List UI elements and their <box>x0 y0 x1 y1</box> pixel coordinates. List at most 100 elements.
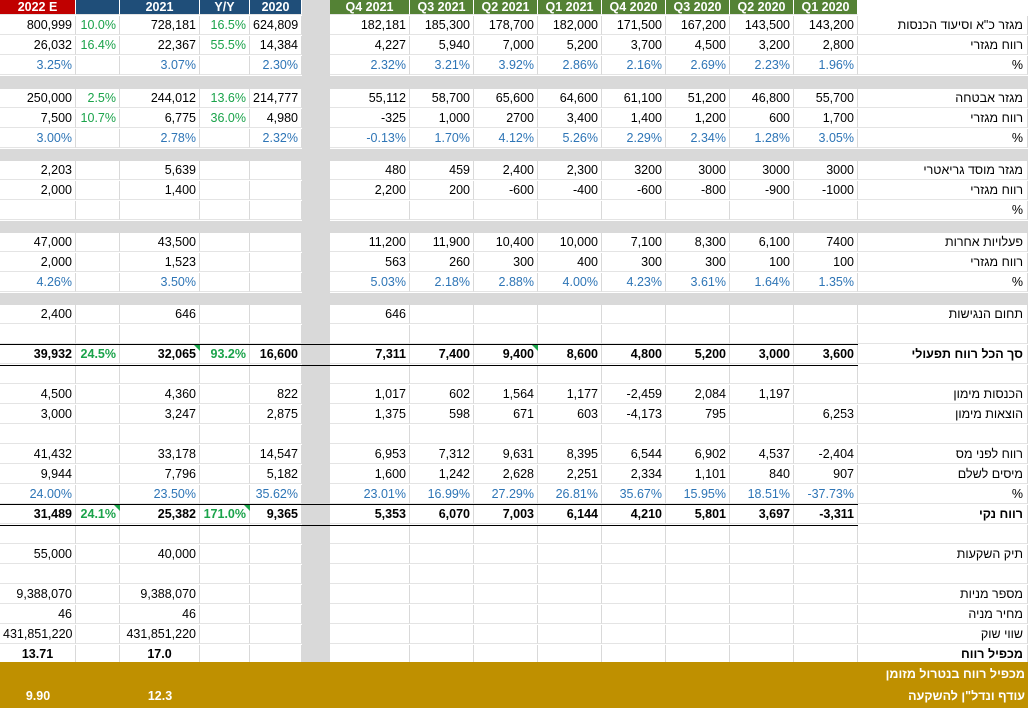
data-cell[interactable]: 27.29% <box>474 485 538 504</box>
data-cell[interactable]: 178,700 <box>474 16 538 35</box>
data-cell[interactable] <box>200 445 250 464</box>
data-cell[interactable] <box>794 425 858 444</box>
data-cell[interactable] <box>538 305 602 324</box>
data-cell[interactable]: 2.88% <box>474 273 538 292</box>
data-cell[interactable] <box>794 605 858 624</box>
data-cell[interactable] <box>730 325 794 344</box>
data-cell[interactable]: 4.00% <box>538 273 602 292</box>
data-cell[interactable] <box>666 425 730 444</box>
data-cell[interactable]: 40,000 <box>120 545 200 564</box>
data-cell[interactable] <box>250 233 302 252</box>
data-cell[interactable]: 5,353 <box>330 505 410 524</box>
data-cell[interactable] <box>538 565 602 584</box>
data-cell[interactable] <box>538 625 602 644</box>
data-cell[interactable]: 26.81% <box>538 485 602 504</box>
data-cell[interactable]: 8,395 <box>538 445 602 464</box>
data-cell[interactable]: 602 <box>410 385 474 404</box>
data-cell[interactable]: 1,000 <box>410 109 474 128</box>
data-cell[interactable] <box>666 625 730 644</box>
data-cell[interactable]: 58,700 <box>410 89 474 108</box>
data-cell[interactable] <box>250 305 302 324</box>
data-cell[interactable] <box>730 201 794 220</box>
data-cell[interactable]: 2,000 <box>0 253 76 272</box>
data-cell[interactable]: 39,932 <box>0 345 76 364</box>
quarter-header-cell[interactable]: Q3 2020 <box>666 0 730 15</box>
data-cell[interactable] <box>474 605 538 624</box>
data-cell[interactable] <box>76 625 120 644</box>
data-cell[interactable] <box>250 253 302 272</box>
data-cell[interactable]: 93.2% <box>200 345 250 364</box>
data-cell[interactable]: 3.00% <box>0 129 76 148</box>
data-cell[interactable]: 3200 <box>602 161 666 180</box>
data-cell[interactable] <box>666 545 730 564</box>
data-cell[interactable]: 2.78% <box>120 129 200 148</box>
data-cell[interactable]: 2.32% <box>250 129 302 148</box>
data-cell[interactable]: 2.18% <box>410 273 474 292</box>
data-cell[interactable]: 244,012 <box>120 89 200 108</box>
data-cell[interactable]: 10.0% <box>76 16 120 35</box>
data-cell[interactable] <box>410 525 474 544</box>
data-cell[interactable]: 1,600 <box>330 465 410 484</box>
data-cell[interactable] <box>76 405 120 424</box>
data-cell[interactable] <box>76 485 120 504</box>
data-cell[interactable]: 1,375 <box>330 405 410 424</box>
data-cell[interactable] <box>538 325 602 344</box>
data-cell[interactable]: 55,000 <box>0 545 76 564</box>
data-cell[interactable] <box>330 585 410 604</box>
data-cell[interactable] <box>200 233 250 252</box>
data-cell[interactable] <box>410 305 474 324</box>
data-cell[interactable] <box>330 545 410 564</box>
data-cell[interactable]: 4,500 <box>0 385 76 404</box>
data-cell[interactable]: -2,459 <box>602 385 666 404</box>
data-cell[interactable]: 6,544 <box>602 445 666 464</box>
data-cell[interactable]: 3,200 <box>730 36 794 55</box>
data-cell[interactable]: 646 <box>120 305 200 324</box>
data-cell[interactable]: 4,537 <box>730 445 794 464</box>
data-cell[interactable]: 14,547 <box>250 445 302 464</box>
data-cell[interactable] <box>666 565 730 584</box>
data-cell[interactable] <box>330 365 410 384</box>
data-cell[interactable]: 46,800 <box>730 89 794 108</box>
data-cell[interactable] <box>666 201 730 220</box>
data-cell[interactable]: 6,144 <box>538 505 602 524</box>
data-cell[interactable] <box>602 305 666 324</box>
data-cell[interactable]: 3,400 <box>538 109 602 128</box>
data-cell[interactable] <box>602 625 666 644</box>
data-cell[interactable] <box>410 325 474 344</box>
data-cell[interactable] <box>200 305 250 324</box>
data-cell[interactable] <box>474 585 538 604</box>
data-cell[interactable]: 1,197 <box>730 385 794 404</box>
data-cell[interactable] <box>76 161 120 180</box>
data-cell[interactable] <box>76 181 120 200</box>
data-cell[interactable]: 33,178 <box>120 445 200 464</box>
data-cell[interactable]: 36.0% <box>200 109 250 128</box>
data-cell[interactable]: 250,000 <box>0 89 76 108</box>
data-cell[interactable]: 4,360 <box>120 385 200 404</box>
data-cell[interactable]: 5,200 <box>666 345 730 364</box>
data-cell[interactable]: 2,875 <box>250 405 302 424</box>
data-cell[interactable]: -325 <box>330 109 410 128</box>
data-cell[interactable]: 6,953 <box>330 445 410 464</box>
data-cell[interactable] <box>602 325 666 344</box>
data-cell[interactable] <box>76 605 120 624</box>
data-cell[interactable]: -3,311 <box>794 505 858 524</box>
data-cell[interactable] <box>794 325 858 344</box>
data-cell[interactable]: 2700 <box>474 109 538 128</box>
data-cell[interactable]: -600 <box>602 181 666 200</box>
data-cell[interactable]: 2.5% <box>76 89 120 108</box>
data-cell[interactable]: 598 <box>410 405 474 424</box>
data-cell[interactable]: 795 <box>666 405 730 424</box>
data-cell[interactable]: -400 <box>538 181 602 200</box>
data-cell[interactable]: 646 <box>330 305 410 324</box>
data-cell[interactable]: 6,902 <box>666 445 730 464</box>
data-cell[interactable] <box>0 425 76 444</box>
data-cell[interactable]: 1,017 <box>330 385 410 404</box>
footer-value-2022[interactable]: 9.90 <box>0 686 76 706</box>
data-cell[interactable] <box>474 525 538 544</box>
data-cell[interactable]: 5,940 <box>410 36 474 55</box>
data-cell[interactable]: 1,564 <box>474 385 538 404</box>
data-cell[interactable] <box>76 365 120 384</box>
data-cell[interactable] <box>250 625 302 644</box>
data-cell[interactable] <box>250 181 302 200</box>
data-cell[interactable] <box>410 625 474 644</box>
